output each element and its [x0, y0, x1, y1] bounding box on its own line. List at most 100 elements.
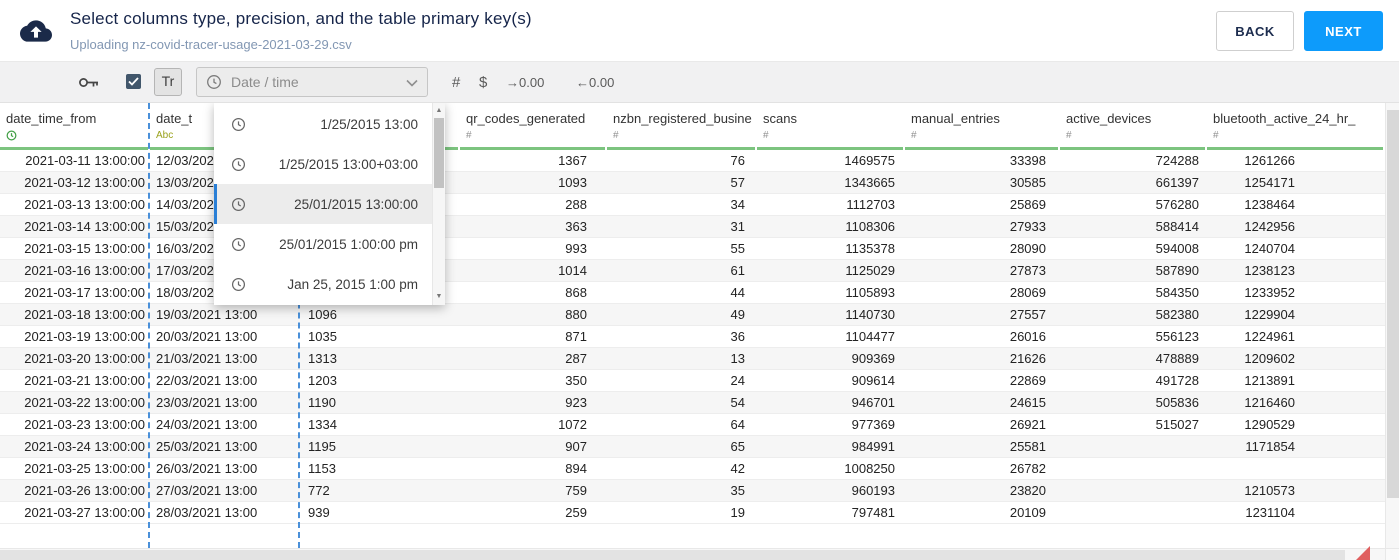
column-type-indicator: # — [613, 130, 619, 141]
table-cell: 880 — [565, 307, 587, 322]
table-cell: 907 — [565, 439, 587, 454]
date-format-option[interactable]: 25/01/2015 1:00:00 pm — [214, 224, 432, 264]
scroll-down-arrow-icon[interactable]: ▼ — [433, 291, 445, 303]
table-cell: 287 — [565, 351, 587, 366]
table-cell: 49 — [730, 307, 745, 322]
table-cell: 1209602 — [1244, 351, 1295, 366]
table-cell: 55 — [730, 241, 745, 256]
popup-scrollbar[interactable]: ▲ ▼ — [432, 103, 445, 305]
table-cell: 30585 — [1009, 175, 1046, 190]
column-header-nzbn_registered_busine[interactable]: nzbn_registered_busine # — [607, 103, 757, 150]
table-cell: 1014 — [558, 263, 587, 278]
vertical-scrollbar[interactable] — [1385, 103, 1399, 548]
increase-decimal-button[interactable]: →0.00 — [506, 62, 544, 103]
table-cell: 1334 — [308, 417, 337, 432]
table-cell: 868 — [565, 285, 587, 300]
table-cell: 1240704 — [1244, 241, 1295, 256]
table-cell: 24 — [730, 373, 745, 388]
currency-type-button[interactable]: $ — [479, 62, 487, 103]
table-cell: 2021-03-16 13:00:00 — [24, 263, 145, 278]
table-cell: 21626 — [1009, 351, 1046, 366]
table-cell: 587890 — [1155, 263, 1199, 278]
table-cell: 26016 — [1009, 329, 1046, 344]
table-cell: 871 — [565, 329, 587, 344]
date-format-label: Jan 25, 2015 1:00 pm — [287, 276, 418, 292]
table-cell — [1060, 502, 1207, 523]
table-cell: 1104477 — [845, 329, 895, 344]
include-column-checkbox[interactable] — [126, 74, 141, 89]
date-format-option[interactable]: 1/25/2015 13:00+03:00 — [214, 144, 432, 184]
column-type-indicator: # — [763, 130, 769, 141]
table-cell: 1290529 — [1244, 417, 1295, 432]
table-row: 2021-03-16 13:00:00 17/03/2021 13:00 1014 6… — [0, 260, 1385, 282]
table-cell: 33398 — [1009, 153, 1046, 168]
column-header-manual_entries[interactable]: manual_entries # — [905, 103, 1060, 150]
table-cell: 993 — [565, 241, 587, 256]
table-cell: 24615 — [1009, 395, 1046, 410]
clock-icon — [231, 197, 246, 211]
chevron-down-icon — [406, 79, 418, 87]
table-row: 2021-03-22 13:00:00 23/03/2021 13:00 1190 9… — [0, 392, 1385, 414]
number-type-button[interactable]: # — [452, 62, 460, 103]
table-cell: 960193 — [851, 483, 895, 498]
table-cell: 1229904 — [1244, 307, 1295, 322]
date-format-label: 1/25/2015 13:00+03:00 — [278, 156, 418, 172]
table-cell: 584350 — [1155, 285, 1199, 300]
date-format-list: 1/25/2015 13:00 1/25/2015 13:00+03:00 25… — [214, 104, 432, 304]
column-header-scans[interactable]: scans # — [757, 103, 905, 150]
column-type-indicator: # — [1066, 130, 1072, 141]
table-cell: 22869 — [1009, 373, 1046, 388]
table-cell: 984991 — [851, 439, 895, 454]
table-cell: 27933 — [1009, 219, 1046, 234]
column-header-date_time_from[interactable]: date_time_from — [0, 103, 150, 150]
next-button[interactable]: NEXT — [1304, 11, 1383, 51]
table-cell: 363 — [565, 219, 587, 234]
table-cell: 288 — [565, 197, 587, 212]
table-cell: 724288 — [1155, 153, 1199, 168]
table-row: 2021-03-20 13:00:00 21/03/2021 13:00 1313 2… — [0, 348, 1385, 370]
table-cell: 588414 — [1155, 219, 1199, 234]
primary-key-icon[interactable] — [78, 75, 100, 95]
table-cell: 44 — [730, 285, 745, 300]
date-format-option[interactable]: Jan 25, 2015 1:00 pm — [214, 264, 432, 304]
table-cell: 350 — [565, 373, 587, 388]
back-button[interactable]: BACK — [1216, 11, 1294, 51]
table-cell: 259 — [565, 505, 587, 520]
table-cell: 1313 — [308, 351, 337, 366]
table-cell: 26921 — [1009, 417, 1046, 432]
horizontal-scrollbar[interactable] — [0, 548, 1385, 560]
table-cell — [1060, 436, 1207, 457]
type-dropdown[interactable]: Date / time — [196, 67, 428, 97]
table-cell: 661397 — [1155, 175, 1199, 190]
table-cell: 576280 — [1155, 197, 1199, 212]
table-cell: 2021-03-12 13:00:00 — [24, 175, 145, 190]
table-cell: 2021-03-22 13:00:00 — [24, 395, 145, 410]
text-type-button[interactable]: Tr — [154, 68, 182, 96]
scroll-up-arrow-icon[interactable]: ▲ — [433, 105, 445, 117]
column-header-active_devices[interactable]: active_devices # — [1060, 103, 1207, 150]
popup-scrollbar-thumb[interactable] — [434, 118, 444, 188]
table-row: 2021-03-23 13:00:00 24/03/2021 13:00 1334 1… — [0, 414, 1385, 436]
table-cell: 25/03/2021 13:00 — [156, 439, 258, 454]
date-format-option[interactable]: 1/25/2015 13:00 — [214, 104, 432, 144]
date-format-option[interactable]: 25/01/2015 13:00:00 — [214, 184, 432, 224]
table-cell: 76 — [730, 153, 745, 168]
horizontal-scrollbar-thumb[interactable] — [0, 550, 1345, 560]
table-cell: 909614 — [851, 373, 895, 388]
table-cell: 57 — [730, 175, 745, 190]
column-name: date_time_from — [6, 111, 97, 126]
table-cell: 1190 — [308, 395, 336, 410]
table-cell: 2021-03-21 13:00:00 — [24, 373, 145, 388]
column-header-qr_codes_generated[interactable]: qr_codes_generated # — [460, 103, 607, 150]
table-cell: 1195 — [308, 439, 336, 454]
table-cell: 1224961 — [1244, 329, 1295, 344]
decrease-decimal-button[interactable]: ←0.00 — [576, 62, 614, 103]
column-header-bluetooth_active_24_hr_[interactable]: bluetooth_active_24_hr_ # — [1207, 103, 1385, 150]
table-cell: 1231104 — [1245, 505, 1295, 520]
column-name: scans — [763, 111, 797, 126]
table-cell: 54 — [730, 395, 745, 410]
table-cell: 13 — [730, 351, 745, 366]
vertical-scrollbar-thumb[interactable] — [1387, 110, 1399, 498]
table-cell: 2021-03-26 13:00:00 — [24, 483, 145, 498]
column-type-indicator: # — [1213, 130, 1219, 141]
